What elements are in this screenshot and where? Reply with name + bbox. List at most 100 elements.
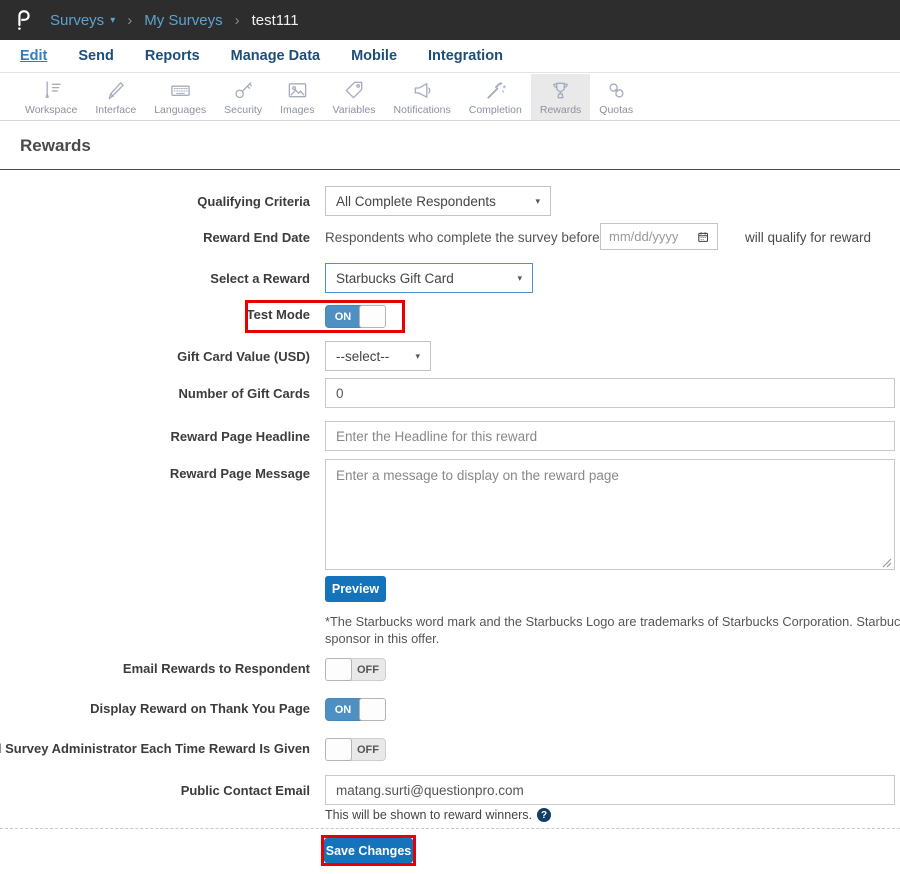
select-reward-label: Select a Reward	[210, 271, 310, 286]
help-icon[interactable]: ?	[537, 808, 552, 822]
email-rewards-toggle[interactable]: OFF	[325, 658, 386, 681]
save-changes-button[interactable]: Save Changes	[324, 838, 413, 863]
select-reward-value: Starbucks Gift Card	[336, 270, 454, 286]
calendar-icon[interactable]	[697, 230, 709, 244]
number-of-gift-cards-label: Number of Gift Cards	[178, 386, 310, 401]
interface-icon	[108, 81, 125, 99]
tab-send[interactable]: Send	[78, 48, 113, 64]
questionpro-logo-icon[interactable]	[14, 8, 34, 32]
reward-end-date-suffix: will qualify for reward	[745, 230, 872, 245]
textarea-resize-handle[interactable]	[881, 557, 892, 568]
reward-end-date-label: Reward End Date	[203, 230, 310, 245]
chevron-down-icon: ▾	[535, 195, 540, 206]
toolbar-item-variables[interactable]: Variables	[324, 74, 385, 120]
preview-button[interactable]: Preview	[325, 576, 386, 602]
workspace-icon	[45, 80, 61, 98]
notifications-icon	[414, 82, 431, 98]
breadcrumb-surveys-label: Surveys	[50, 11, 105, 29]
tab-edit[interactable]: Edit	[20, 48, 47, 64]
toolbar-item-images[interactable]: Images	[271, 74, 323, 120]
reward-page-message-label: Reward Page Message	[169, 466, 310, 481]
survey-nav-tabs: Edit Send Reports Manage Data Mobile Int…	[0, 40, 900, 73]
reward-page-message-textarea[interactable]	[325, 459, 895, 570]
toolbar-item-notifications[interactable]: Notifications	[385, 74, 460, 120]
reward-end-date-field[interactable]	[600, 223, 718, 250]
email-rewards-label: Email Rewards to Respondent	[122, 661, 310, 676]
public-contact-email-label: Public Contact Email	[180, 783, 310, 798]
tab-integration[interactable]: Integration	[428, 48, 503, 64]
gift-card-value-label: Gift Card Value (USD)	[177, 349, 310, 364]
toolbar-item-workspace[interactable]: Workspace	[16, 74, 86, 120]
breadcrumb-current-survey: test111	[251, 11, 299, 29]
security-icon	[234, 81, 252, 98]
languages-icon	[170, 85, 190, 96]
toolbar-label: Security	[224, 103, 263, 116]
toolbar-label: Completion	[468, 103, 522, 116]
rewards-icon	[553, 82, 568, 98]
toolbar-label: Rewards	[539, 103, 582, 116]
toggle-knob	[359, 305, 386, 328]
toolbar-item-completion[interactable]: Completion	[460, 74, 531, 120]
chevron-down-icon: ▾	[110, 14, 116, 26]
images-icon	[288, 82, 307, 97]
select-reward-select[interactable]: Starbucks Gift Card ▾	[325, 263, 533, 293]
toggle-state-label: ON	[334, 703, 352, 716]
reward-end-date-prefix: Respondents who complete the survey befo…	[325, 230, 600, 245]
breadcrumb-separator-icon: ›	[127, 11, 133, 29]
toolbar-item-rewards[interactable]: Rewards	[530, 74, 591, 120]
tab-reports[interactable]: Reports	[145, 48, 200, 64]
gift-card-value-select[interactable]: --select-- ▾	[325, 341, 431, 371]
qualifying-criteria-value: All Complete Respondents	[336, 193, 496, 209]
display-reward-toggle[interactable]: ON	[325, 698, 386, 721]
section-dashed-divider	[0, 828, 900, 829]
quotas-icon	[609, 82, 624, 98]
tab-mobile[interactable]: Mobile	[351, 48, 397, 64]
chevron-down-icon: ▾	[517, 272, 522, 283]
toolbar-label: Notifications	[393, 103, 451, 116]
public-email-help: This will be shown to reward winners. ?	[325, 808, 552, 822]
toolbar-label: Variables	[332, 103, 376, 116]
public-contact-email-input[interactable]	[325, 775, 895, 805]
number-of-gift-cards-input[interactable]	[325, 378, 895, 408]
display-reward-label: Display Reward on Thank You Page	[90, 701, 310, 716]
breadcrumb-my-surveys[interactable]: My Surveys	[144, 12, 222, 29]
edit-settings-toolbar: Workspace Interface Languages Security I…	[0, 74, 900, 121]
toolbar-item-security[interactable]: Security	[215, 74, 271, 120]
disclaimer-line2: sponsor in this offer.	[325, 631, 440, 646]
tab-manage-data[interactable]: Manage Data	[231, 48, 320, 64]
toolbar-label: Interface	[95, 103, 137, 116]
toolbar-label: Languages	[154, 103, 207, 116]
breadcrumb-my-surveys-label: My Surveys	[144, 11, 223, 29]
chevron-down-icon: ▾	[415, 350, 420, 361]
starbucks-disclaimer: *The Starbucks word mark and the Starbuc…	[325, 613, 900, 647]
breadcrumb-separator-icon: ›	[234, 11, 240, 29]
qualifying-criteria-label: Qualifying Criteria	[197, 194, 310, 209]
email-admin-label: Email Survey Administrator Each Time Rew…	[0, 741, 310, 756]
top-header: Surveys ▾ › My Surveys › test111	[0, 0, 900, 40]
disclaimer-line1: *The Starbucks word mark and the Starbuc…	[325, 614, 900, 629]
toolbar-item-languages[interactable]: Languages	[145, 74, 215, 120]
gift-card-value-value: --select--	[336, 348, 390, 364]
toggle-state-label: OFF	[357, 743, 379, 756]
toolbar-item-interface[interactable]: Interface	[86, 74, 145, 120]
qualifying-criteria-select[interactable]: All Complete Respondents ▾	[325, 186, 551, 216]
toggle-knob	[359, 698, 386, 721]
test-mode-toggle[interactable]: ON	[325, 305, 386, 328]
test-mode-label: Test Mode	[246, 307, 310, 322]
toolbar-item-quotas[interactable]: Quotas	[590, 74, 642, 120]
rewards-settings-page: Surveys ▾ › My Surveys › test111 Edit Se…	[0, 0, 900, 874]
breadcrumb-surveys[interactable]: Surveys ▾	[50, 12, 115, 29]
completion-icon	[487, 81, 506, 99]
reward-page-headline-input[interactable]	[325, 421, 895, 451]
toolbar-label: Workspace	[25, 103, 78, 116]
reward-page-headline-label: Reward Page Headline	[170, 429, 310, 444]
variables-icon	[345, 81, 362, 98]
toggle-knob	[325, 658, 352, 681]
email-admin-toggle[interactable]: OFF	[325, 738, 386, 761]
toggle-state-label: OFF	[357, 663, 379, 676]
toggle-knob	[325, 738, 352, 761]
title-divider	[0, 169, 900, 170]
toolbar-label: Quotas	[599, 103, 634, 116]
page-title: Rewards	[20, 136, 91, 155]
reward-end-date-input[interactable]	[609, 229, 697, 244]
